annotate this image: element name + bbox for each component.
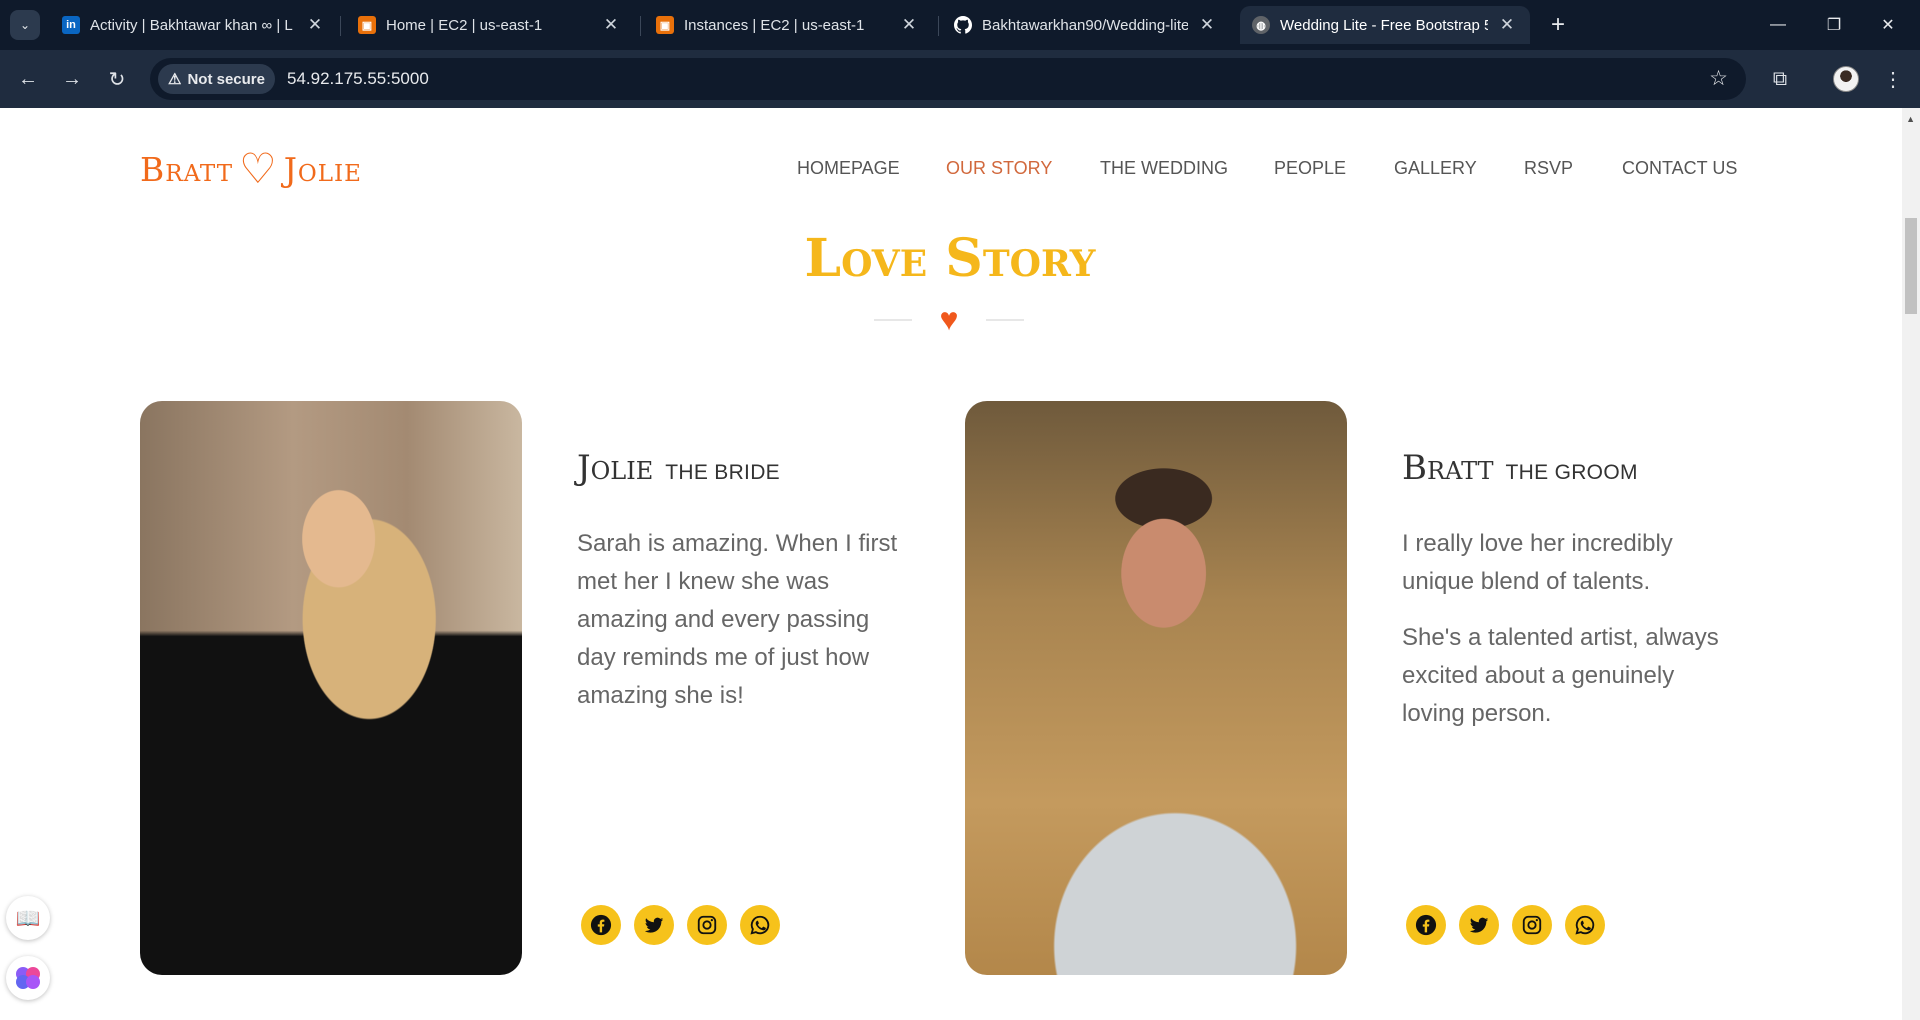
tab-title: Activity | Bakhtawar khan ∞ | L [90, 16, 293, 34]
groom-story: I really love her incredibly unique blen… [1402, 525, 1732, 751]
profile-avatar[interactable] [1833, 66, 1859, 92]
reading-mode-button[interactable]: 📖 [6, 896, 50, 940]
tab-title: Home | EC2 | us-east-1 [386, 16, 543, 34]
tab-separator [938, 16, 939, 36]
globe-icon: ◍ [1252, 16, 1270, 34]
instagram-icon[interactable] [687, 905, 727, 945]
browser-menu-icon[interactable]: ⋮ [1880, 63, 1906, 95]
groom-name: Bratt [1402, 448, 1494, 488]
section-title: Love Story [804, 228, 1096, 289]
groom-social-links [1406, 905, 1618, 945]
groom-story-paragraph: I really love her incredibly unique blen… [1402, 530, 1673, 595]
nav-our-story[interactable]: OUR STORY [946, 158, 1052, 179]
browser-tab[interactable]: ▣ Instances | EC2 | us-east-1 ✕ [644, 6, 932, 44]
heart-outline-icon: ♡ [239, 144, 278, 193]
tab-close-icon[interactable]: ✕ [600, 15, 622, 35]
tab-title: Wedding Lite - Free Bootstrap 5 [1280, 16, 1488, 34]
site-info-button[interactable]: ⚠ Not secure [158, 64, 275, 94]
reload-button[interactable]: ↻ [101, 63, 133, 95]
bride-role: THE BRIDE [665, 461, 780, 484]
book-icon: 📖 [15, 907, 41, 930]
new-tab-button[interactable]: + [1543, 10, 1573, 40]
tab-separator [340, 16, 341, 36]
bride-name: Jolie [577, 448, 654, 488]
browser-tab[interactable]: ▣ Home | EC2 | us-east-1 ✕ [346, 6, 634, 44]
divider-line-right [986, 319, 1024, 321]
bookmark-star-icon[interactable]: ☆ [1709, 66, 1728, 91]
page-viewport: Bratt ♡ Jolie HOMEPAGE OUR STORY THE WED… [0, 108, 1920, 1020]
restore-button[interactable]: ❐ [1814, 10, 1854, 40]
forward-button[interactable]: → [56, 63, 88, 95]
logo-right-name: Jolie [283, 149, 362, 189]
bride-story-paragraph: Sarah is amazing. When I first met her I… [577, 530, 898, 709]
github-icon [954, 16, 972, 34]
nav-people[interactable]: PEOPLE [1274, 158, 1346, 179]
facebook-icon[interactable] [1406, 905, 1446, 945]
linkedin-icon: in [62, 16, 80, 34]
groom-role: THE GROOM [1505, 461, 1638, 484]
tab-search-button[interactable]: ⌄ [10, 10, 40, 40]
heart-icon: ♥ [939, 300, 959, 337]
groom-photo [965, 401, 1347, 975]
tab-title: Instances | EC2 | us-east-1 [684, 16, 865, 34]
warning-icon: ⚠ [168, 71, 182, 88]
groom-story-paragraph: She's a talented artist, always excited … [1402, 624, 1719, 727]
ai-assistant-button[interactable] [6, 956, 50, 1000]
twitter-icon[interactable] [1459, 905, 1499, 945]
aws-ec2-icon: ▣ [656, 16, 674, 34]
tab-close-icon[interactable]: ✕ [1196, 15, 1218, 35]
tab-separator [640, 16, 641, 36]
close-window-button[interactable]: ✕ [1868, 10, 1908, 40]
browser-tab[interactable]: in Activity | Bakhtawar khan ∞ | L ✕ [50, 6, 338, 44]
browser-toolbar: ← → ↻ ⚠ Not secure 54.92.175.55:5000 ☆ ⧉… [0, 50, 1920, 108]
tab-close-icon[interactable]: ✕ [898, 15, 920, 35]
site-logo[interactable]: Bratt ♡ Jolie [140, 148, 362, 190]
whatsapp-icon[interactable] [1565, 905, 1605, 945]
nav-rsvp[interactable]: RSVP [1524, 158, 1573, 179]
groom-heading: Bratt THE GROOM [1402, 448, 1638, 488]
page-scrollbar[interactable]: ▲ [1902, 108, 1920, 1020]
nav-the-wedding[interactable]: THE WEDDING [1100, 158, 1228, 179]
tab-title: Bakhtawarkhan90/Wedding-lite [982, 16, 1188, 34]
browser-tab[interactable]: Bakhtawarkhan90/Wedding-lite ✕ [942, 6, 1230, 44]
facebook-icon[interactable] [581, 905, 621, 945]
scrollbar-thumb[interactable] [1905, 218, 1917, 314]
address-bar[interactable]: ⚠ Not secure 54.92.175.55:5000 ☆ [150, 58, 1746, 100]
tab-close-icon[interactable]: ✕ [304, 15, 326, 35]
extensions-icon[interactable]: ⧉ [1764, 63, 1796, 95]
aws-ec2-icon: ▣ [358, 16, 376, 34]
minimize-button[interactable]: — [1758, 10, 1798, 40]
url-text[interactable]: 54.92.175.55:5000 [287, 69, 429, 89]
bride-story: Sarah is amazing. When I first met her I… [577, 525, 907, 733]
nav-homepage[interactable]: HOMEPAGE [797, 158, 900, 179]
bride-photo [140, 401, 522, 975]
browser-tab-active[interactable]: ◍ Wedding Lite - Free Bootstrap 5 ✕ [1240, 6, 1530, 44]
whatsapp-icon[interactable] [740, 905, 780, 945]
bride-heading: Jolie THE BRIDE [577, 448, 780, 488]
tab-close-icon[interactable]: ✕ [1496, 15, 1518, 35]
browser-tab-bar: ⌄ in Activity | Bakhtawar khan ∞ | L ✕ ▣… [0, 0, 1920, 50]
brain-icon [16, 967, 40, 989]
back-button[interactable]: ← [12, 63, 44, 95]
logo-left-name: Bratt [140, 149, 234, 189]
nav-gallery[interactable]: GALLERY [1394, 158, 1477, 179]
bride-social-links [581, 905, 793, 945]
scroll-up-arrow-icon[interactable]: ▲ [1906, 114, 1915, 124]
divider-line-left [874, 319, 912, 321]
nav-contact-us[interactable]: CONTACT US [1622, 158, 1737, 179]
twitter-icon[interactable] [634, 905, 674, 945]
security-label: Not secure [187, 70, 265, 88]
instagram-icon[interactable] [1512, 905, 1552, 945]
